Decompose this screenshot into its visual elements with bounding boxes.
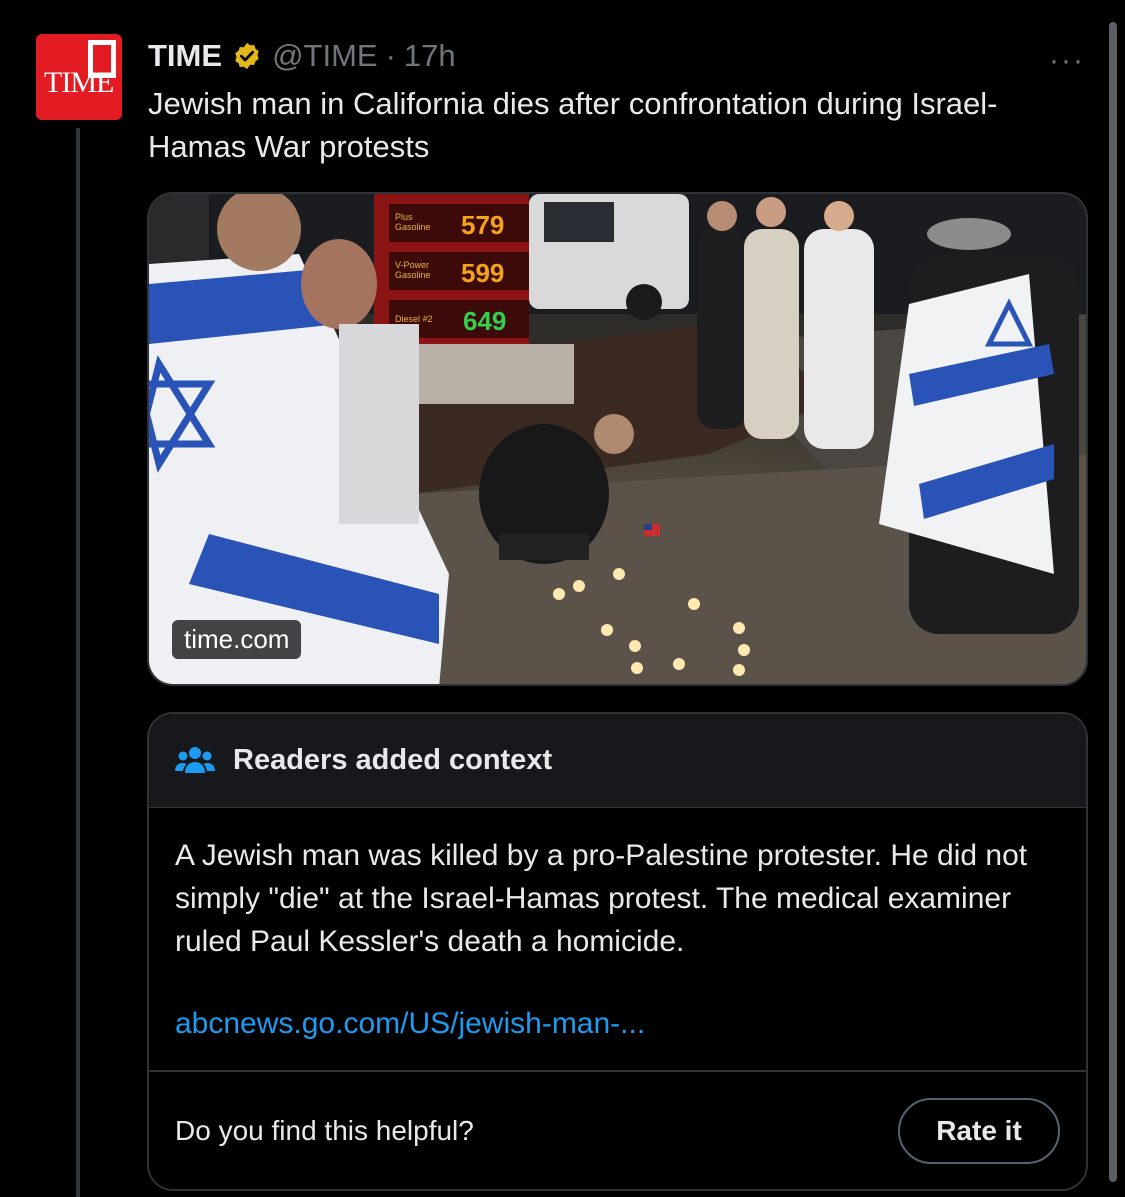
avatar[interactable]: TIME — [36, 34, 122, 120]
sign-row-1-label-1: Plus — [395, 212, 413, 222]
community-note-header: Readers added context — [149, 714, 1086, 808]
sign-row-2-label-2: Gasoline — [395, 270, 431, 280]
vigil-photo: Plus Gasoline 579 V-Power Gasoline 599 D… — [149, 194, 1086, 684]
separator-dot: · — [385, 38, 396, 73]
white-van — [529, 194, 689, 320]
scrollbar[interactable] — [1109, 22, 1117, 1182]
tweet-header: TIME @TIME · 17h — [148, 36, 456, 76]
source-link[interactable]: abcnews.go.com/US/jewish-man-... — [175, 1007, 1060, 1041]
community-note: Readers added context A Jewish man was k… — [147, 712, 1088, 1191]
people-icon — [175, 746, 215, 773]
author-handle[interactable]: @TIME — [272, 38, 378, 74]
thread-line — [76, 128, 80, 1197]
sign-row-1-label-2: Gasoline — [395, 222, 431, 232]
community-note-body: A Jewish man was killed by a pro-Palesti… — [149, 808, 1086, 1072]
avatar-logo-text: TIME — [44, 66, 114, 99]
sign-row-1-price: 579 — [461, 210, 504, 240]
media-image[interactable]: Plus Gasoline 579 V-Power Gasoline 599 D… — [147, 192, 1088, 686]
tweet-text: Jewish man in California dies after conf… — [148, 86, 998, 164]
author-name[interactable]: TIME — [148, 38, 222, 74]
sign-row-3-label-1: Diesel #2 — [395, 314, 433, 324]
sign-row-3-price: 649 — [463, 306, 506, 336]
rate-it-button[interactable]: Rate it — [898, 1098, 1060, 1164]
helpful-question: Do you find this helpful? — [175, 1115, 474, 1146]
community-note-text: A Jewish man was killed by a pro-Palesti… — [175, 839, 1028, 958]
community-note-title: Readers added context — [233, 744, 553, 776]
sign-row-2-label-1: V-Power — [395, 260, 429, 270]
media-source-tag: time.com — [172, 620, 302, 659]
more-options-icon[interactable]: ··· — [1049, 44, 1085, 78]
verified-badge-icon — [235, 42, 259, 70]
sign-row-2-price: 599 — [461, 258, 504, 288]
community-note-footer: Do you find this helpful? Rate it — [149, 1072, 1086, 1189]
timestamp[interactable]: 17h — [404, 38, 456, 74]
